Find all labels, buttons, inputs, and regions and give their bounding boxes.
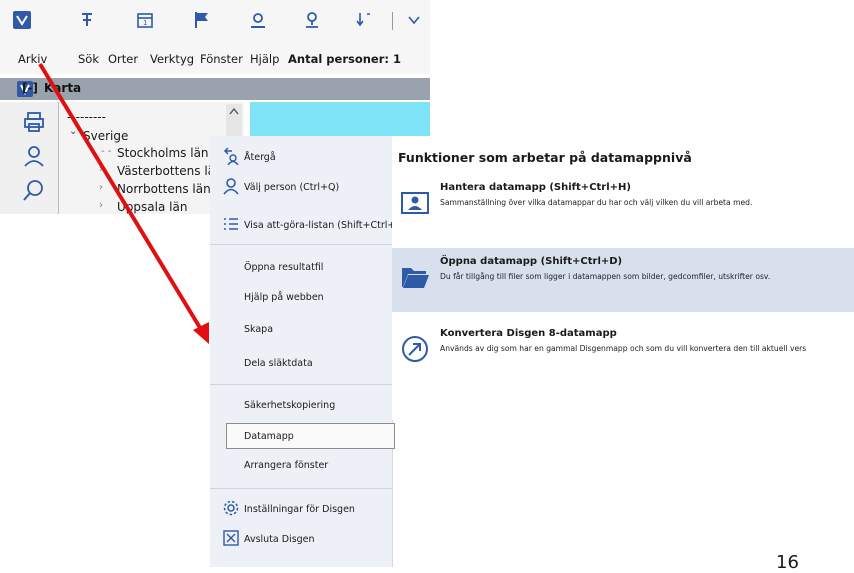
page-number: 16	[776, 552, 799, 573]
annotation-arrow	[38, 62, 209, 344]
